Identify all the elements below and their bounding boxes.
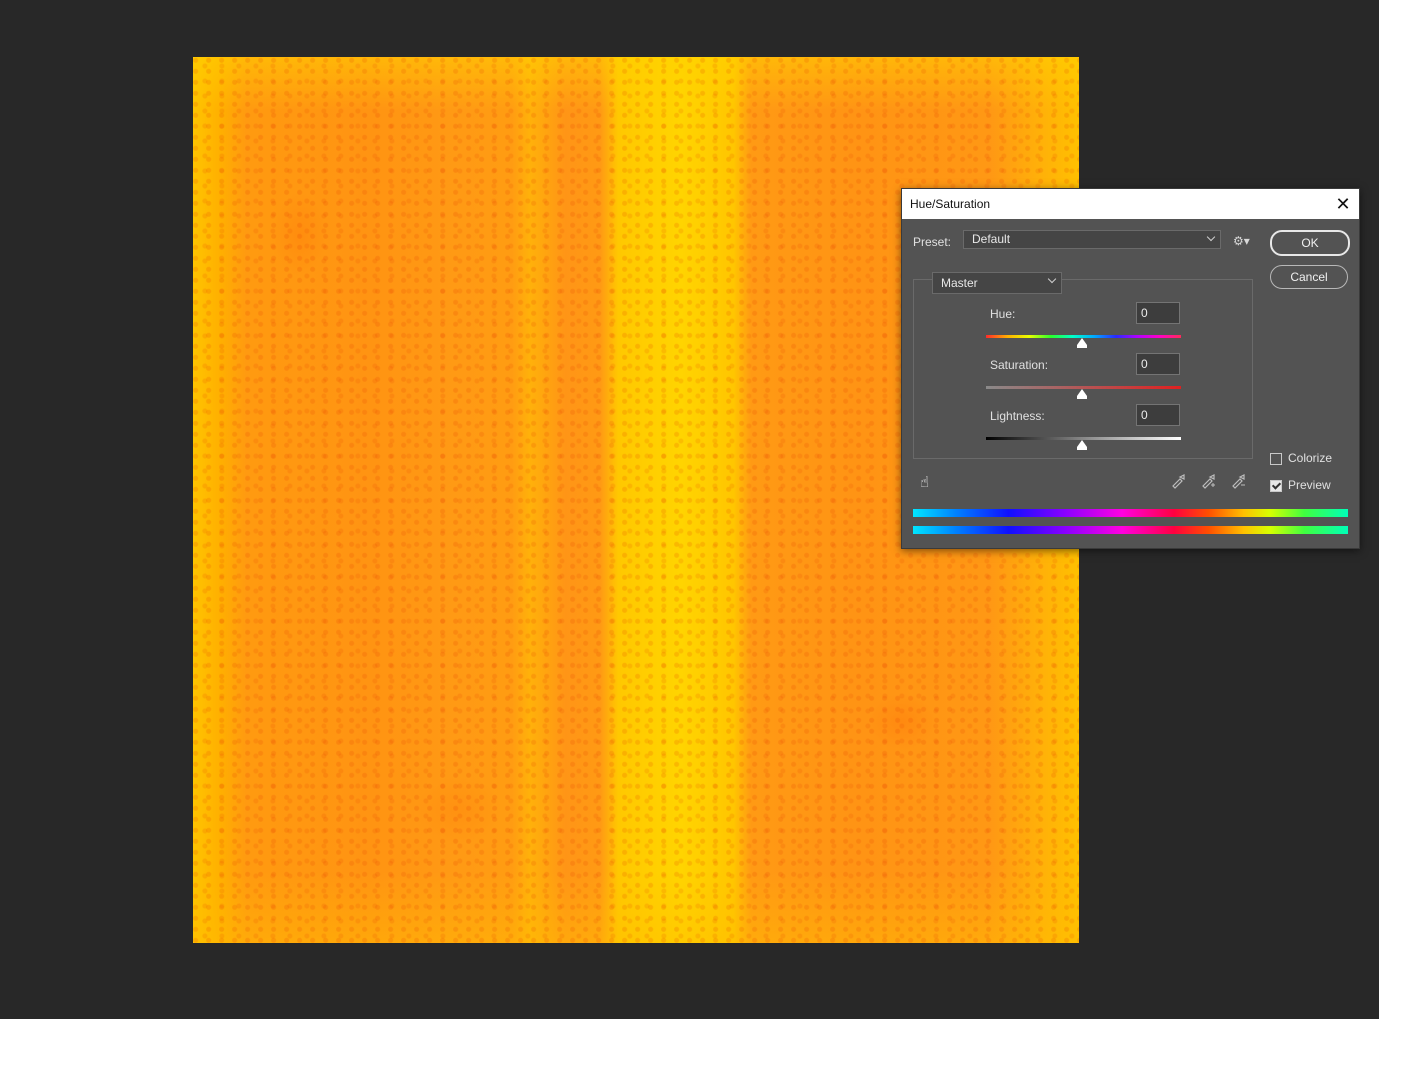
output-color-spectrum — [913, 526, 1348, 534]
edit-range-value: Master — [941, 276, 978, 290]
eyedropper-plus-icon[interactable] — [1200, 473, 1218, 491]
preview-checkbox[interactable] — [1270, 480, 1282, 492]
eyedropper-icon[interactable] — [1170, 473, 1188, 491]
lightness-label: Lightness: — [990, 409, 1045, 423]
colorize-checkbox[interactable] — [1270, 453, 1282, 465]
hue-saturation-dialog: Hue/Saturation ✕ Preset: Default ⚙▾ OK C… — [901, 188, 1360, 549]
hue-slider-thumb[interactable] — [1077, 338, 1087, 348]
eyedropper-minus-icon[interactable] — [1230, 473, 1248, 491]
colorize-label: Colorize — [1288, 451, 1333, 465]
preset-value: Default — [972, 232, 1011, 246]
chevron-down-icon — [1206, 232, 1216, 242]
preview-label: Preview — [1288, 478, 1331, 492]
cancel-button[interactable]: Cancel — [1270, 265, 1348, 289]
gear-icon[interactable]: ⚙▾ — [1233, 234, 1253, 248]
ok-button[interactable]: OK — [1270, 230, 1350, 256]
dialog-titlebar[interactable]: Hue/Saturation ✕ — [902, 189, 1359, 219]
close-icon[interactable]: ✕ — [1333, 193, 1353, 215]
saturation-input[interactable]: 0 — [1136, 353, 1180, 375]
input-color-spectrum — [913, 509, 1348, 517]
lightness-input[interactable]: 0 — [1136, 404, 1180, 426]
dialog-title: Hue/Saturation — [910, 197, 991, 211]
lightness-slider-thumb[interactable] — [1077, 440, 1087, 450]
hue-input[interactable]: 0 — [1136, 302, 1180, 324]
saturation-label: Saturation: — [990, 358, 1049, 372]
saturation-slider-thumb[interactable] — [1077, 389, 1087, 399]
edit-range-dropdown[interactable]: Master — [932, 272, 1062, 294]
adjustment-group — [913, 279, 1253, 459]
chevron-down-icon — [1047, 274, 1057, 284]
preset-dropdown[interactable]: Default — [963, 230, 1221, 249]
preset-label: Preset: — [913, 235, 952, 249]
targeted-adjustment-hand-icon[interactable]: ☝ — [920, 473, 936, 491]
hue-label: Hue: — [990, 307, 1016, 321]
